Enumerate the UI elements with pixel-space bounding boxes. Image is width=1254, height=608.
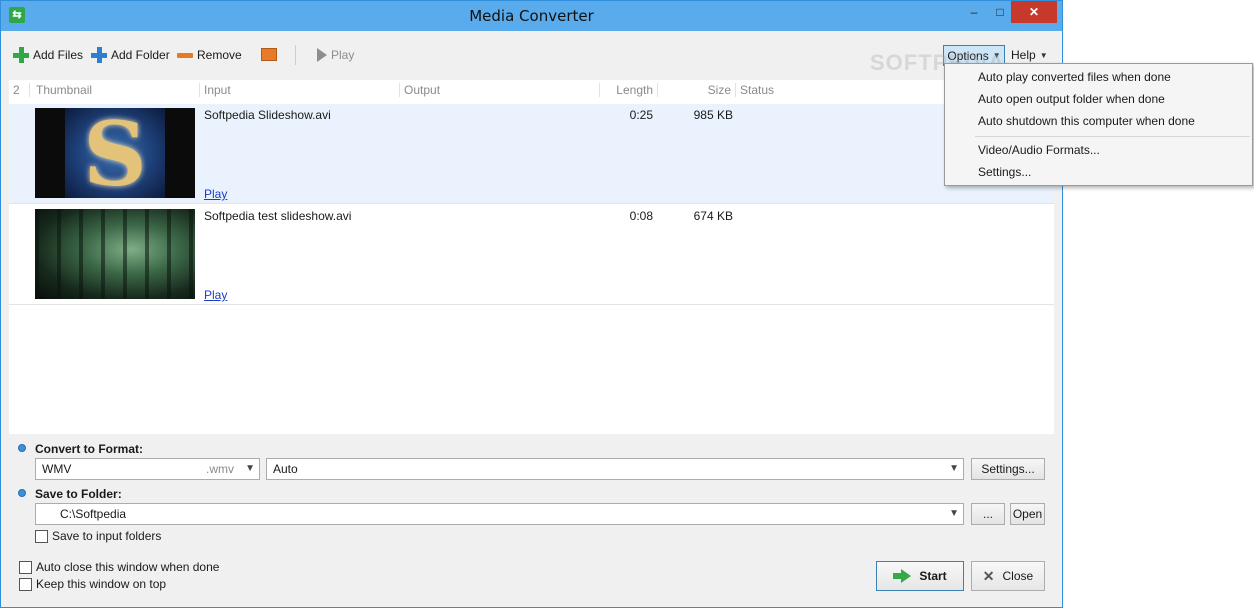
column-divider [29, 83, 30, 97]
thumbnail-logo: S [83, 102, 147, 206]
column-header-status[interactable]: Status [740, 80, 774, 100]
format-settings-button[interactable]: Settings... [971, 458, 1045, 480]
play-link[interactable]: Play [204, 187, 227, 201]
add-files-label: Add Files [33, 48, 84, 62]
keep-on-top-checkbox[interactable]: Keep this window on top [19, 577, 166, 591]
close-label: Close [1002, 569, 1034, 583]
section-bullet-icon [18, 444, 26, 452]
add-folder-button[interactable]: Add Folder [91, 45, 170, 65]
remove-label: Remove [197, 48, 242, 62]
auto-close-checkbox[interactable]: Auto close this window when done [19, 560, 219, 574]
play-icon [317, 48, 327, 62]
keep-on-top-label: Keep this window on top [36, 577, 167, 591]
column-header-thumbnail[interactable]: Thumbnail [36, 80, 92, 100]
play-button[interactable]: Play [317, 45, 354, 65]
options-dropdown-menu: Auto play converted files when done Auto… [944, 63, 1253, 186]
toolbar-separator [295, 45, 296, 65]
auto-close-label: Auto close this window when done [36, 560, 220, 574]
app-window: ⇆ Media Converter – □ ✕ Add Files Add Fo… [0, 0, 1063, 608]
column-divider [199, 83, 200, 97]
browse-folder-button[interactable]: ... [971, 503, 1005, 525]
column-header-length[interactable]: Length [599, 80, 653, 100]
table-row[interactable]: S Softpedia Slideshow.avi 0:25 985 KB Pl… [9, 102, 1054, 206]
add-folder-label: Add Folder [111, 48, 170, 62]
close-icon: ✕ [982, 567, 995, 584]
menu-item-auto-open-folder[interactable]: Auto open output folder when done [978, 92, 1165, 106]
play-link[interactable]: Play [204, 288, 227, 302]
open-folder-button[interactable]: Open [1010, 503, 1045, 525]
video-thumbnail: S [35, 102, 195, 206]
chevron-down-icon: ▼ [1039, 50, 1048, 60]
format-extension: .wmv [206, 462, 234, 476]
help-label: Help [1011, 48, 1036, 62]
chevron-down-icon: ▼ [949, 508, 959, 519]
title-bar[interactable]: ⇆ Media Converter – □ ✕ [1, 1, 1062, 31]
menu-item-auto-play[interactable]: Auto play converted files when done [978, 70, 1171, 84]
chevron-down-icon: ▼ [245, 463, 255, 474]
start-label: Start [919, 569, 947, 583]
column-header-output[interactable]: Output [404, 80, 440, 100]
column-divider [735, 83, 736, 97]
add-files-button[interactable]: Add Files [13, 45, 83, 65]
menu-item-settings[interactable]: Settings... [978, 165, 1031, 179]
size-value: 674 KB [693, 209, 733, 223]
column-header-size[interactable]: Size [669, 80, 731, 100]
folder-path-select[interactable]: C:\Softpedia ▼ [35, 503, 964, 525]
table-row[interactable]: Softpedia test slideshow.avi 0:08 674 KB… [9, 205, 1054, 305]
checkbox-box[interactable] [35, 529, 48, 543]
chevron-down-icon: ▼ [949, 463, 959, 474]
format-value: WMV [42, 462, 72, 476]
quality-value: Auto [273, 462, 298, 476]
menu-separator [975, 136, 1250, 137]
menu-item-formats[interactable]: Video/Audio Formats... [978, 143, 1100, 157]
file-count: 2 [13, 83, 20, 97]
format-select[interactable]: WMV .wmv ▼ [35, 458, 260, 480]
save-folder-label: Save to Folder: [35, 487, 122, 501]
input-filename: Softpedia test slideshow.avi [204, 209, 352, 223]
window-title: Media Converter [469, 7, 594, 25]
column-divider [657, 83, 658, 97]
close-button[interactable]: ✕ Close [971, 561, 1045, 591]
size-value: 985 KB [693, 108, 733, 122]
menu-item-auto-shutdown[interactable]: Auto shutdown this computer when done [978, 114, 1195, 128]
add-folder-icon [91, 47, 107, 63]
close-window-button[interactable]: ✕ [1011, 1, 1057, 23]
column-header-input[interactable]: Input [204, 80, 231, 100]
start-button[interactable]: Start [876, 561, 964, 591]
save-to-input-label: Save to input folders [52, 529, 162, 543]
convert-format-label: Convert to Format: [35, 442, 143, 456]
section-bullet-icon [18, 489, 26, 497]
checkbox-box[interactable] [19, 577, 32, 591]
file-list[interactable]: 2 Thumbnail Input Output Length Size Sta… [9, 80, 1054, 434]
quality-select[interactable]: Auto ▼ [266, 458, 964, 480]
video-thumbnail [35, 209, 195, 299]
save-to-input-checkbox[interactable]: Save to input folders [35, 529, 161, 543]
input-filename: Softpedia Slideshow.avi [204, 108, 331, 122]
add-files-icon [13, 47, 29, 63]
stop-icon[interactable] [261, 48, 277, 61]
start-arrow-icon [893, 569, 912, 583]
checkbox-box[interactable] [19, 560, 32, 574]
folder-path-value: C:\Softpedia [60, 507, 127, 521]
remove-icon [177, 52, 193, 58]
column-divider [399, 83, 400, 97]
length-value: 0:25 [629, 108, 653, 122]
play-label: Play [331, 48, 355, 62]
length-value: 0:08 [629, 209, 653, 223]
remove-button[interactable]: Remove [177, 45, 242, 65]
help-menu-button[interactable]: Help ▼ [1011, 45, 1048, 65]
thumbnail-forest [35, 209, 195, 299]
